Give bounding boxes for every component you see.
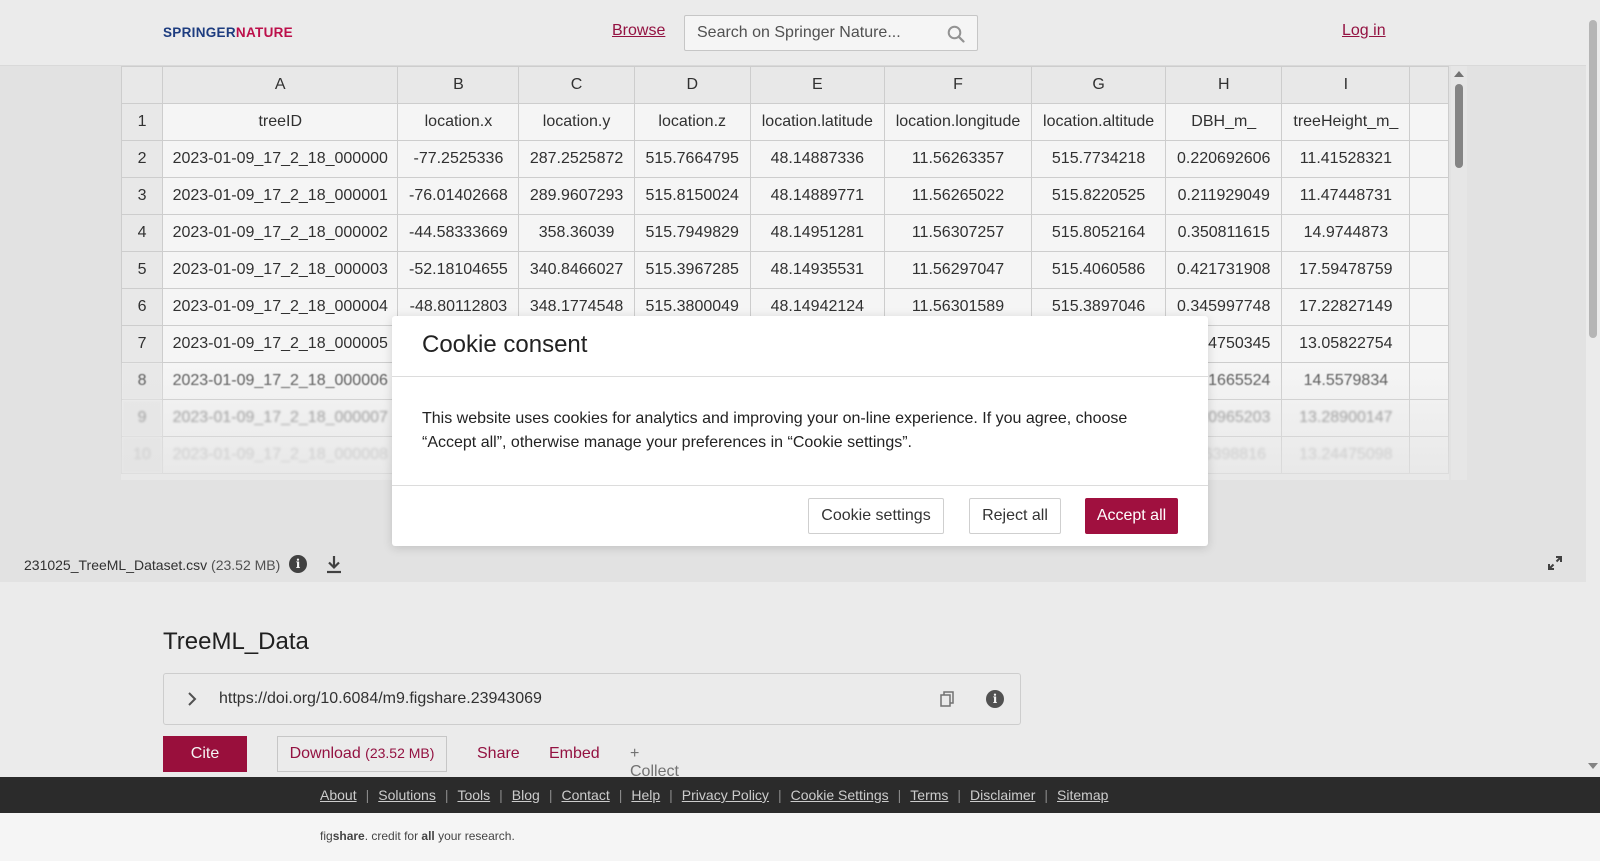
footer-link-help[interactable]: Help xyxy=(631,787,660,803)
dialog-header: Cookie consent xyxy=(392,316,1208,377)
footer-separator: | xyxy=(548,787,553,803)
footer-separator: | xyxy=(444,787,449,803)
footer-link-privacy-policy[interactable]: Privacy Policy xyxy=(682,787,769,803)
footer-separator: | xyxy=(669,787,673,803)
figshare-tagline: figshare. credit for all your research. xyxy=(320,829,515,843)
footer-separator: | xyxy=(777,787,782,803)
reject-all-button[interactable]: Reject all xyxy=(969,498,1061,534)
footer-link-terms[interactable]: Terms xyxy=(910,787,948,803)
footer-links: About | Solutions | Tools | Blog | Contact | Help |… xyxy=(320,787,1108,803)
footer-link-about[interactable]: About xyxy=(320,787,357,803)
footer-link-tools[interactable]: Tools xyxy=(457,787,490,803)
footer-link-disclaimer[interactable]: Disclaimer xyxy=(970,787,1035,803)
cookie-consent-dialog: Cookie consent This website uses cookies… xyxy=(392,316,1208,546)
footer-separator: | xyxy=(618,787,623,803)
accept-all-button[interactable]: Accept all xyxy=(1085,498,1178,534)
footer-link-contact[interactable]: Contact xyxy=(561,787,609,803)
footer-separator: | xyxy=(365,787,370,803)
footer-link-solutions[interactable]: Solutions xyxy=(378,787,436,803)
footer-link-blog[interactable]: Blog xyxy=(512,787,540,803)
sub-footer: figshare. credit for all your research. xyxy=(0,813,1600,861)
site-footer: About | Solutions | Tools | Blog | Contact | Help |… xyxy=(0,777,1600,813)
footer-link-sitemap[interactable]: Sitemap xyxy=(1057,787,1108,803)
dialog-footer: Cookie settings Reject all Accept all xyxy=(392,485,1208,546)
dialog-body: This website uses cookies for analytics … xyxy=(422,410,1128,451)
footer-separator: | xyxy=(897,787,902,803)
footer-link-cookie-settings[interactable]: Cookie Settings xyxy=(791,787,889,803)
footer-separator: | xyxy=(1044,787,1049,803)
footer-separator: | xyxy=(499,787,503,803)
dialog-title: Cookie consent xyxy=(422,331,588,358)
cookie-settings-button[interactable]: Cookie settings xyxy=(808,498,944,534)
footer-separator: | xyxy=(957,787,962,803)
